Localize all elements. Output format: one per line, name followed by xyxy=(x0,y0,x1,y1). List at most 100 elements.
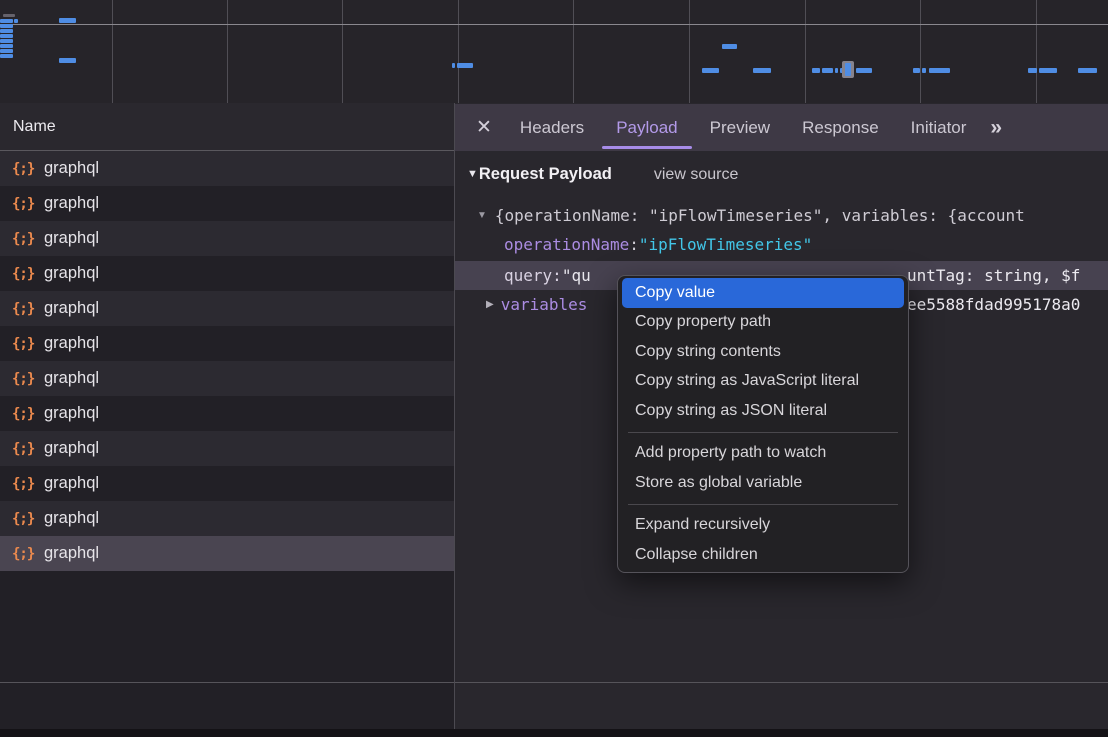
fetch-xhr-icon: {;} xyxy=(12,266,34,282)
request-row[interactable]: {;}graphql xyxy=(0,326,454,361)
tree-row-operation-name[interactable]: operationName: "ipFlowTimeseries" xyxy=(455,230,1108,259)
waterfall-bar xyxy=(722,44,737,49)
timeline-gridline xyxy=(227,0,228,103)
waterfall-bar xyxy=(0,24,13,28)
waterfall-bar xyxy=(457,63,473,68)
request-name: graphql xyxy=(44,264,99,283)
selected-request-marker xyxy=(842,61,854,78)
waterfall-bar xyxy=(0,34,13,38)
waterfall-bar xyxy=(702,68,719,73)
tab-preview[interactable]: Preview xyxy=(694,104,786,151)
request-list: Name {;}graphql{;}graphql{;}graphql{;}gr… xyxy=(0,103,454,737)
menu-item-collapse-children[interactable]: Collapse children xyxy=(622,540,904,570)
waterfall-bar xyxy=(0,39,13,43)
collapse-triangle-icon[interactable]: ▼ xyxy=(477,210,487,221)
request-name: graphql xyxy=(44,509,99,528)
property-key: query xyxy=(504,266,552,285)
tab-headers[interactable]: Headers xyxy=(504,104,600,151)
menu-separator xyxy=(628,504,898,505)
property-key: operationName xyxy=(504,235,629,254)
request-name: graphql xyxy=(44,439,99,458)
timeline-gridline xyxy=(458,0,459,103)
key-separator: : xyxy=(552,266,562,285)
window-bottom-edge xyxy=(0,729,1108,737)
request-rows: {;} graphql {;} graphql {;} graphql {;} graphql… xyxy=(0,151,454,571)
request-name: graphql xyxy=(44,334,99,353)
request-row[interactable]: {;}graphql xyxy=(0,431,454,466)
context-menu: Copy valueCopy property pathCopy string … xyxy=(617,275,909,573)
menu-item-copy-property-path[interactable]: Copy property path xyxy=(622,308,904,338)
fetch-xhr-icon: {;} xyxy=(12,196,34,212)
request-row[interactable]: {;} graphql xyxy=(0,186,454,221)
waterfall-bar xyxy=(0,54,13,58)
waterfall-bar xyxy=(59,58,76,63)
fetch-xhr-icon: {;} xyxy=(12,161,34,177)
menu-item-copy-string-as-json-literal[interactable]: Copy string as JSON literal xyxy=(622,396,904,426)
waterfall-bar xyxy=(753,68,771,73)
request-name: graphql xyxy=(44,474,99,493)
tree-root-row[interactable]: ▼ {operationName: "ipFlowTimeseries", va… xyxy=(455,201,1108,230)
waterfall-bar xyxy=(3,14,15,17)
key-separator: : xyxy=(629,235,639,254)
object-preview-text: {operationName: "ipFlowTimeseries", vari… xyxy=(495,206,1025,225)
request-name: graphql xyxy=(44,544,99,563)
request-row[interactable]: {;}graphql xyxy=(0,396,454,431)
waterfall-bar xyxy=(0,19,13,23)
lane-divider xyxy=(0,24,1108,25)
request-name: graphql xyxy=(44,194,99,213)
property-value: "ipFlowTimeseries" xyxy=(639,235,812,254)
request-row[interactable]: {;}graphql xyxy=(0,291,454,326)
menu-item-store-as-global-variable[interactable]: Store as global variable xyxy=(622,468,904,498)
expand-triangle-icon[interactable]: ▶ xyxy=(486,299,494,310)
menu-item-add-property-path-to-watch[interactable]: Add property path to watch xyxy=(622,439,904,469)
tab-payload[interactable]: Payload xyxy=(600,104,693,151)
request-row[interactable]: {;}graphql xyxy=(0,501,454,536)
request-name: graphql xyxy=(44,369,99,388)
tab-initiator[interactable]: Initiator xyxy=(895,104,983,151)
name-column-label: Name xyxy=(13,118,56,136)
tab-response[interactable]: Response xyxy=(786,104,895,151)
waterfall-bar xyxy=(812,68,820,73)
request-row[interactable]: {;} graphql xyxy=(0,151,454,186)
waterfall-bar xyxy=(1039,68,1057,73)
waterfall-bar xyxy=(452,63,455,68)
waterfall-bar xyxy=(922,68,926,73)
panel-divider[interactable] xyxy=(454,103,455,729)
menu-item-copy-string-as-javascript-literal[interactable]: Copy string as JavaScript literal xyxy=(622,367,904,397)
waterfall-bar xyxy=(1078,68,1097,73)
menu-separator xyxy=(628,432,898,433)
menu-item-copy-string-contents[interactable]: Copy string contents xyxy=(622,337,904,367)
request-name: graphql xyxy=(44,159,99,178)
timeline-gridline xyxy=(573,0,574,103)
timeline-gridline xyxy=(1036,0,1037,103)
waterfall-bar xyxy=(0,29,13,33)
request-row[interactable]: {;} graphql xyxy=(0,466,454,501)
waterfall-bar xyxy=(835,68,838,73)
menu-item-expand-recursively[interactable]: Expand recursively xyxy=(622,511,904,541)
property-key: variables xyxy=(501,295,588,314)
waterfall-bar xyxy=(14,19,18,23)
network-overview-strip[interactable] xyxy=(0,0,1108,103)
waterfall-bar xyxy=(929,68,950,73)
waterfall-bar xyxy=(1028,68,1037,73)
waterfall-bar xyxy=(0,49,13,53)
close-icon[interactable]: ✕ xyxy=(476,116,492,139)
request-row[interactable]: {;}graphql xyxy=(0,361,454,396)
timeline-gridline xyxy=(112,0,113,103)
collapse-triangle-icon[interactable]: ▼ xyxy=(467,168,478,180)
more-tabs-icon[interactable]: » xyxy=(990,116,1000,140)
fetch-xhr-icon: {;} xyxy=(12,406,34,422)
timeline-gridline xyxy=(920,0,921,103)
menu-item-copy-value[interactable]: Copy value xyxy=(622,278,904,308)
property-value-start: "qu xyxy=(562,266,591,285)
waterfall-bar xyxy=(822,68,833,73)
property-value-continuation: ee5588fdad995178a0 xyxy=(907,295,1080,314)
request-row[interactable]: {;} graphql xyxy=(0,256,454,291)
fetch-xhr-icon: {;} xyxy=(12,476,34,492)
section-title: Request Payload xyxy=(479,165,612,184)
request-payload-section: ▼ Request Payload view source xyxy=(467,165,738,184)
name-column-header[interactable]: Name xyxy=(0,103,454,151)
request-row[interactable]: {;}graphql xyxy=(0,536,454,571)
request-row[interactable]: {;}graphql xyxy=(0,221,454,256)
view-source-link[interactable]: view source xyxy=(654,166,738,184)
